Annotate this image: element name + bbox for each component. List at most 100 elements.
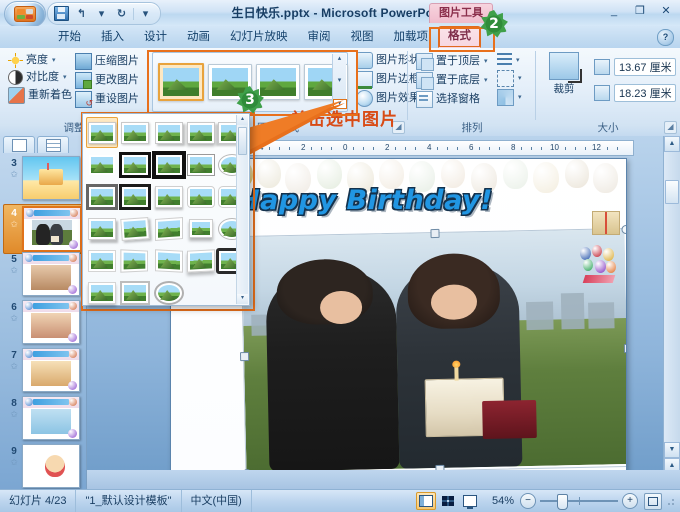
picture-styles-dropdown-gallery[interactable]: ▴ ▾: [82, 113, 250, 306]
dropdown-scroll-down-icon[interactable]: ▾: [237, 294, 248, 304]
gallery-scroll-down-icon[interactable]: ▾: [338, 77, 342, 85]
gallery-item[interactable]: [119, 277, 151, 308]
slide-thumbnail-list[interactable]: 3 ✩ 4 ✩ 5 ✩ 6 ✩ 7 ✩ 8 ✩ 9 ✩: [0, 154, 86, 490]
gallery-item[interactable]: [119, 245, 151, 276]
align-button[interactable]: ▾: [494, 52, 525, 69]
rotate-button[interactable]: ▾: [494, 88, 525, 107]
slide-thumbnail-4[interactable]: 4 ✩: [3, 204, 85, 254]
contrast-button[interactable]: 对比度 ▾: [5, 69, 83, 86]
zoom-level[interactable]: 54%: [486, 495, 520, 507]
zoom-slider[interactable]: − +: [520, 493, 638, 510]
slide-thumbnail-5[interactable]: 5 ✩: [6, 252, 80, 296]
animation-star-icon: ✩: [10, 313, 18, 323]
gallery-item[interactable]: [152, 277, 186, 308]
gallery-item[interactable]: [86, 149, 118, 180]
resize-handle-se[interactable]: [626, 461, 627, 470]
language-indicator[interactable]: 中文(中国): [182, 490, 252, 512]
ruler-label: 2: [385, 143, 390, 152]
change-picture-icon: [75, 72, 92, 89]
tab-home[interactable]: 开始: [48, 27, 91, 48]
tab-design[interactable]: 设计: [134, 27, 177, 48]
animation-star-icon: ✩: [10, 361, 18, 371]
close-button[interactable]: ✕: [656, 3, 676, 19]
gallery-item[interactable]: [152, 149, 186, 180]
crop-button[interactable]: 裁剪: [542, 52, 586, 96]
slide-thumbnail-8[interactable]: 8 ✩: [6, 396, 80, 440]
tab-view[interactable]: 视图: [341, 27, 384, 48]
gallery-scroll-up-icon[interactable]: ▴: [338, 55, 342, 63]
slide-show-view-button[interactable]: [460, 492, 480, 510]
gallery-item[interactable]: [187, 213, 215, 244]
dropdown-scroll-up-icon[interactable]: ▴: [237, 115, 248, 125]
gallery-item[interactable]: [119, 181, 151, 212]
gallery-item[interactable]: [86, 181, 118, 212]
gallery-item[interactable]: [187, 149, 215, 180]
slide-sorter-view-button[interactable]: [438, 492, 458, 510]
recolor-button[interactable]: 重新着色 ▾: [5, 86, 83, 105]
tab-slideshow[interactable]: 幻灯片放映: [220, 27, 298, 48]
shape-width-input[interactable]: 18.23 厘米: [614, 84, 676, 102]
selection-pane-button[interactable]: 选择窗格: [413, 90, 491, 109]
gallery-item[interactable]: [187, 117, 215, 148]
picture-border-icon: [356, 71, 373, 89]
normal-view-button[interactable]: [415, 492, 436, 510]
tab-addins[interactable]: 加载项: [384, 27, 439, 48]
scroll-down-button[interactable]: ▼: [664, 442, 680, 458]
reset-picture-label: 重设图片: [95, 93, 139, 105]
gallery-item[interactable]: [152, 213, 186, 244]
tab-insert[interactable]: 插入: [91, 27, 134, 48]
zoom-track[interactable]: [540, 494, 618, 510]
size-dialog-launcher[interactable]: ◢: [664, 121, 677, 134]
brightness-button[interactable]: 亮度 ▾: [5, 52, 83, 69]
compress-picture-button[interactable]: 压缩图片: [72, 52, 142, 71]
tab-animations[interactable]: 动画: [177, 27, 220, 48]
gallery-item[interactable]: [152, 245, 186, 276]
fit-slide-to-window-button[interactable]: [644, 492, 662, 510]
picture-style-item[interactable]: [158, 63, 204, 101]
gallery-item[interactable]: [119, 117, 151, 148]
zoom-slider-handle[interactable]: [557, 494, 568, 510]
gallery-item[interactable]: [86, 117, 118, 148]
align-caret-icon: ▾: [516, 57, 520, 64]
slide-thumbnail-3[interactable]: 3 ✩: [6, 156, 80, 200]
group-button[interactable]: ▾: [494, 69, 525, 88]
minimize-button[interactable]: _: [604, 3, 624, 19]
tab-format[interactable]: 格式: [438, 26, 481, 48]
gallery-item[interactable]: [119, 149, 151, 180]
shape-height-input[interactable]: 13.67 厘米: [614, 58, 676, 76]
slide-thumbnail-6[interactable]: 6 ✩: [6, 300, 80, 344]
zoom-out-button[interactable]: −: [520, 493, 536, 509]
send-to-back-button[interactable]: 置于底层 ▾: [413, 71, 491, 90]
bring-to-front-button[interactable]: 置于顶层 ▾: [413, 52, 491, 71]
dropdown-scroll-thumb[interactable]: [238, 127, 247, 155]
theme-name[interactable]: "1_默认设计模板": [76, 490, 182, 512]
vertical-scrollbar[interactable]: ▲ ▲ ▼ ▼: [663, 136, 680, 490]
help-icon[interactable]: ?: [657, 29, 674, 46]
gallery-item[interactable]: [187, 181, 215, 212]
change-picture-button[interactable]: 更改图片: [72, 71, 142, 90]
gallery-item[interactable]: [86, 277, 118, 308]
gallery-item[interactable]: [152, 181, 186, 212]
gallery-item[interactable]: [86, 245, 118, 276]
dropdown-gallery-scrollbar[interactable]: ▴ ▾: [236, 115, 248, 304]
gallery-item[interactable]: [119, 213, 151, 244]
group-label-arrange: 排列: [461, 122, 483, 134]
slide-number: 7 ✩: [6, 348, 22, 372]
gallery-item[interactable]: [86, 213, 118, 244]
slides-tab[interactable]: [3, 136, 35, 153]
slide-thumbnail-7[interactable]: 7 ✩: [6, 348, 80, 392]
gallery-item[interactable]: [152, 117, 186, 148]
reset-picture-button[interactable]: 重设图片: [72, 90, 142, 111]
slide-thumbnail-9[interactable]: 9 ✩: [6, 444, 80, 488]
notes-pane[interactable]: [87, 470, 680, 490]
scroll-up-button[interactable]: ▲: [664, 136, 680, 152]
scroll-thumb[interactable]: [665, 180, 679, 204]
resize-grip[interactable]: [667, 496, 677, 506]
zoom-in-button[interactable]: +: [622, 493, 638, 509]
maximize-button[interactable]: ❐: [630, 3, 650, 19]
outline-tab[interactable]: [37, 136, 69, 153]
slide-picture[interactable]: [241, 229, 626, 472]
gallery-item[interactable]: [187, 245, 215, 276]
gallery-scrollbar[interactable]: ▴ ▾ ▾: [332, 54, 347, 110]
tab-review[interactable]: 审阅: [298, 27, 341, 48]
